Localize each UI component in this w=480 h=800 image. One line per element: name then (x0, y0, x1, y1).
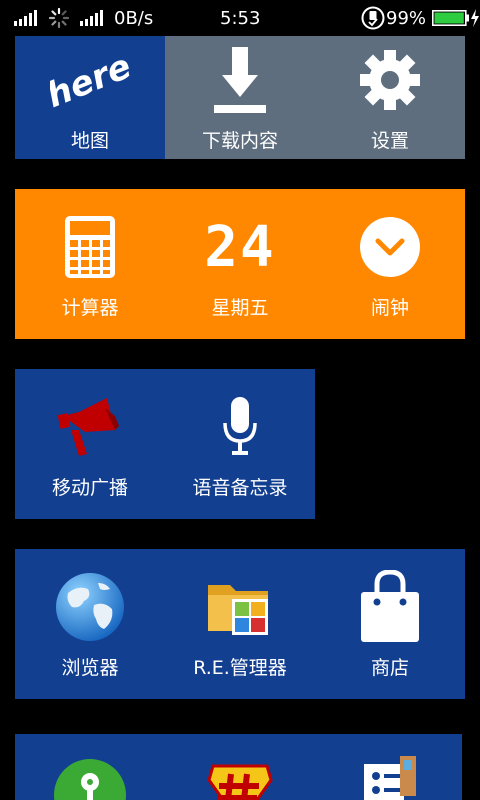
maps-label: 地图 (70, 130, 109, 152)
loading-icon (48, 0, 70, 36)
microphone-icon (200, 387, 280, 467)
megaphone-icon (50, 387, 130, 467)
here-maps-icon: here (50, 40, 130, 120)
tile-row-3: 移动广播 语音备忘录 (15, 369, 315, 519)
weekday-label: 星期五 (211, 297, 269, 319)
downloads-tile[interactable]: 下载内容 (165, 36, 315, 159)
usb-debug-icon (361, 0, 385, 36)
battery-icon (432, 0, 470, 36)
tile-row-1: here 地图 下载内容 设置 (15, 36, 465, 159)
tile-row-2: 计算器 24 星期五 闹钟 (15, 189, 465, 339)
status-bar: 0B/s 5:53 99% (0, 0, 480, 36)
downloads-label: 下载内容 (201, 130, 278, 152)
calendar-tile[interactable]: 24 星期五 (165, 189, 315, 339)
alarm-chevron-icon (350, 207, 430, 287)
calculator-tile[interactable]: 计算器 (15, 189, 165, 339)
re-manager-tile[interactable]: R.E.管理器 (165, 549, 315, 699)
store-label: 商店 (370, 657, 409, 679)
settings-label: 设置 (370, 130, 409, 152)
folder-icon (200, 567, 280, 647)
shopping-bag-icon (350, 567, 430, 647)
calculator-icon (50, 207, 130, 287)
gear-icon (350, 40, 430, 120)
browser-label: 浏览器 (61, 657, 119, 679)
svg-text:here: here (50, 48, 130, 112)
download-icon (200, 40, 280, 120)
contacts-icon (350, 756, 430, 800)
alarm-label: 闹钟 (370, 297, 409, 319)
charging-icon (470, 0, 480, 36)
hash-app-tile[interactable] (165, 734, 315, 800)
settings-tile[interactable]: 设置 (315, 36, 465, 159)
network-speed: 0B/s (114, 7, 154, 29)
key-app-tile[interactable] (15, 734, 165, 800)
maps-tile[interactable]: here 地图 (15, 36, 165, 159)
signal-icon (14, 0, 40, 36)
battery-percent: 99% (386, 7, 427, 29)
contacts-app-tile[interactable] (315, 734, 462, 800)
calculator-label: 计算器 (61, 297, 119, 319)
globe-icon (50, 567, 130, 647)
clock-time: 5:53 (220, 7, 261, 29)
voice-memo-tile[interactable]: 语音备忘录 (165, 369, 315, 519)
broadcast-tile[interactable]: 移动广播 (15, 369, 165, 519)
alarm-tile[interactable]: 闹钟 (315, 189, 465, 339)
tile-row-4: 浏览器 R.E.管理器 商店 (15, 549, 465, 699)
re-manager-label: R.E.管理器 (193, 657, 287, 679)
voice-memo-label: 语音备忘录 (192, 477, 288, 499)
browser-tile[interactable]: 浏览器 (15, 549, 165, 699)
tile-row-5 (15, 734, 462, 800)
hash-badge-icon (200, 758, 280, 800)
signal-icon (80, 0, 106, 36)
broadcast-label: 移动广播 (51, 477, 128, 499)
key-icon (50, 758, 130, 800)
store-tile[interactable]: 商店 (315, 549, 465, 699)
date-number: 24 (204, 214, 276, 280)
